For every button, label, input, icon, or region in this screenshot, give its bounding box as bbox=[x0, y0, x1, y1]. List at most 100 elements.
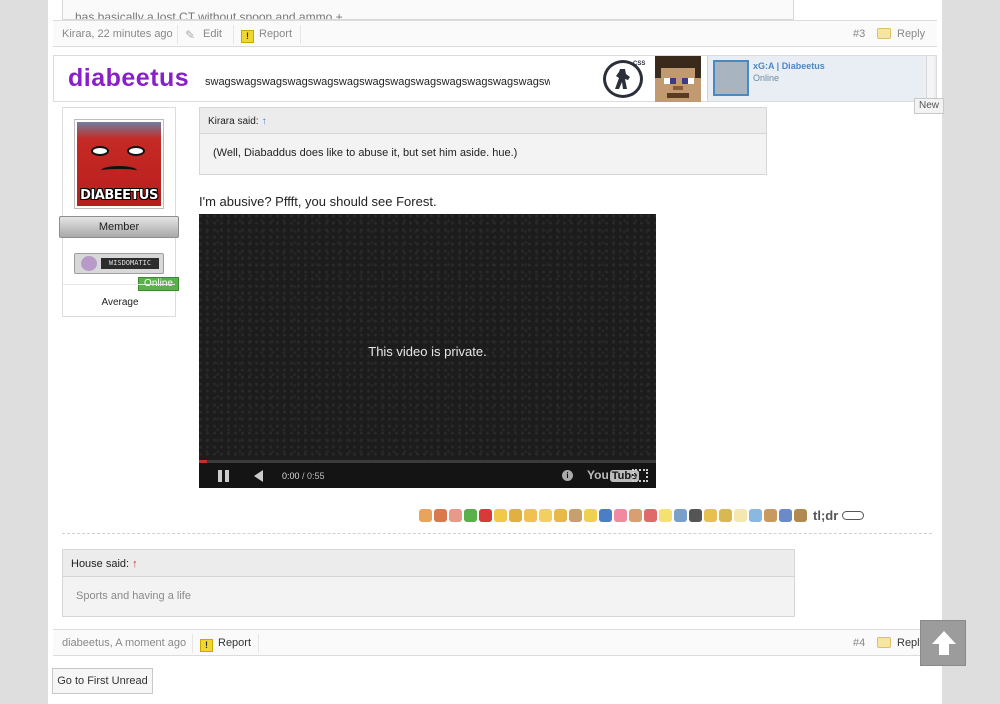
post-author-time[interactable]: diabeetus, A moment ago bbox=[62, 637, 186, 649]
soldier-icon bbox=[615, 69, 630, 89]
speech-bubble-icon bbox=[877, 28, 891, 39]
footer-separator bbox=[192, 634, 193, 653]
friendly-icon[interactable] bbox=[554, 509, 567, 523]
rainbow-icon[interactable] bbox=[644, 509, 657, 523]
steam-name[interactable]: xG:A | Diabeetus bbox=[753, 61, 825, 71]
post-number-link[interactable]: #4 bbox=[853, 637, 865, 649]
creative-icon[interactable] bbox=[584, 509, 597, 523]
volume-icon[interactable] bbox=[254, 470, 263, 482]
avatar[interactable]: DIABEETUS bbox=[74, 119, 164, 209]
report-button[interactable]: ! Report bbox=[241, 28, 292, 43]
signature-divider bbox=[62, 533, 932, 534]
reply-button[interactable]: Reply bbox=[877, 28, 925, 40]
footer-separator bbox=[177, 25, 178, 44]
card-divider bbox=[63, 284, 175, 285]
video-time-total: / 0:55 bbox=[299, 471, 325, 481]
youtube-logo-you: You bbox=[587, 468, 609, 482]
fullscreen-icon[interactable] bbox=[632, 469, 648, 482]
quote-author: Kirara said: bbox=[208, 116, 259, 127]
post-message: I'm abusive? Pffft, you should see Fores… bbox=[199, 194, 437, 209]
mad-icon[interactable] bbox=[719, 509, 732, 523]
info-icon[interactable]: i bbox=[562, 470, 573, 481]
like-icon[interactable] bbox=[419, 509, 432, 523]
previous-post-footer: Kirara, 22 minutes ago ✎ Edit ! Report #3 … bbox=[53, 20, 937, 47]
paper-icon[interactable] bbox=[734, 509, 747, 523]
signature-quote-arrow[interactable]: ↑ bbox=[132, 558, 138, 570]
dislike-icon[interactable] bbox=[434, 509, 447, 523]
pixel-avatar bbox=[655, 56, 701, 102]
idea-icon[interactable] bbox=[659, 509, 672, 523]
user-rating-label: Average bbox=[101, 297, 139, 308]
check-icon[interactable] bbox=[464, 509, 477, 523]
report-label: Report bbox=[218, 637, 252, 649]
disagree-icon[interactable] bbox=[479, 509, 492, 523]
agree-icon[interactable] bbox=[449, 509, 462, 523]
user-rank: Member bbox=[59, 216, 179, 238]
optimistic-icon[interactable] bbox=[569, 509, 582, 523]
badge-label: WISDOMATIC bbox=[101, 258, 159, 269]
pause-icon[interactable] bbox=[218, 470, 230, 482]
scroll-to-top-button[interactable] bbox=[920, 620, 966, 666]
quote-block: Kirara said: ↑ (Well, Diabaddus does like… bbox=[199, 107, 767, 175]
funny-icon[interactable] bbox=[494, 509, 507, 523]
late-icon[interactable] bbox=[674, 509, 687, 523]
warning-icon: ! bbox=[200, 639, 213, 652]
report-button[interactable]: ! Report bbox=[200, 637, 251, 652]
footer-separator bbox=[258, 634, 259, 653]
quote-jump-arrow[interactable]: ↑ bbox=[262, 116, 267, 127]
signature-quote-text: Sports and having a life bbox=[76, 590, 191, 602]
rating-bar: tl;dr bbox=[419, 507, 865, 527]
reply-button[interactable]: Reply bbox=[877, 637, 925, 649]
css-logo-label: CSS bbox=[633, 61, 646, 67]
zing-icon[interactable] bbox=[629, 509, 642, 523]
love-icon[interactable] bbox=[614, 509, 627, 523]
box-icon[interactable] bbox=[764, 509, 777, 523]
avatar-eye bbox=[91, 146, 109, 156]
owl-icon bbox=[81, 256, 97, 271]
go-to-first-unread-button[interactable]: Go to First Unread bbox=[52, 668, 153, 694]
quote-text: (Well, Diabaddus does like to abuse it, … bbox=[213, 147, 518, 159]
post-number-link[interactable]: #3 bbox=[853, 28, 865, 40]
steam-status-widget[interactable]: xG:A | Diabeetus Online bbox=[707, 56, 936, 101]
steam-avatar bbox=[713, 60, 749, 96]
coffee-icon[interactable] bbox=[704, 509, 717, 523]
video-controls: 0:00 / 0:55 i You Tube bbox=[199, 463, 656, 488]
edit-button[interactable]: ✎ Edit bbox=[185, 28, 222, 42]
signature-quote-author: House said: bbox=[71, 558, 130, 570]
steam-status: Online bbox=[753, 73, 780, 83]
avatar-image: DIABEETUS bbox=[77, 122, 161, 206]
diamond-icon[interactable] bbox=[749, 509, 762, 523]
page-background-left bbox=[0, 0, 48, 704]
post-footer: diabeetus, A moment ago ! Report #4 Reply bbox=[53, 629, 937, 656]
banner-tagline: swagswagswagswagswagswagswagswagswagswag… bbox=[205, 76, 550, 88]
video-time: 0:00 / 0:55 bbox=[282, 471, 325, 481]
dumb-icon[interactable] bbox=[689, 509, 702, 523]
poop-icon[interactable] bbox=[794, 509, 807, 523]
video-player[interactable]: This video is private. 0:00 / 0:55 i You… bbox=[199, 214, 656, 488]
artistic-icon[interactable] bbox=[599, 509, 612, 523]
rating-icons bbox=[419, 507, 809, 524]
warning-icon: ! bbox=[241, 30, 254, 43]
steam-widget-scrollbar[interactable] bbox=[926, 56, 934, 101]
user-badge[interactable]: WISDOMATIC bbox=[74, 253, 164, 274]
previous-post-text: has basically a lost CT without spoon an… bbox=[75, 10, 343, 20]
previous-post-author-time[interactable]: Kirara, 22 minutes ago bbox=[62, 28, 173, 40]
glasses-icon[interactable] bbox=[842, 511, 865, 521]
informative-icon[interactable] bbox=[524, 509, 537, 523]
winner-icon[interactable] bbox=[509, 509, 522, 523]
signature-quote-header: House said: ↑ bbox=[63, 550, 794, 577]
avatar-mouth bbox=[101, 166, 137, 175]
banner-username: diabeetus bbox=[68, 64, 190, 92]
sleep-icon[interactable] bbox=[779, 509, 792, 523]
user-banner: diabeetus swagswagswagswagswagswagswagsw… bbox=[53, 55, 937, 102]
video-private-message: This video is private. bbox=[368, 344, 487, 359]
avatar-caption: DIABEETUS bbox=[80, 188, 158, 203]
arrow-up-icon bbox=[932, 631, 956, 655]
css-game-logo: CSS bbox=[603, 60, 646, 98]
new-post-tag: New bbox=[914, 98, 944, 114]
page-background-right bbox=[942, 0, 1000, 704]
user-info-card: DIABEETUS Member WISDOMATIC Online Avera… bbox=[59, 107, 179, 317]
useful-icon[interactable] bbox=[539, 509, 552, 523]
avatar-eye bbox=[127, 146, 145, 156]
tldr-rating[interactable]: tl;dr bbox=[813, 508, 838, 523]
